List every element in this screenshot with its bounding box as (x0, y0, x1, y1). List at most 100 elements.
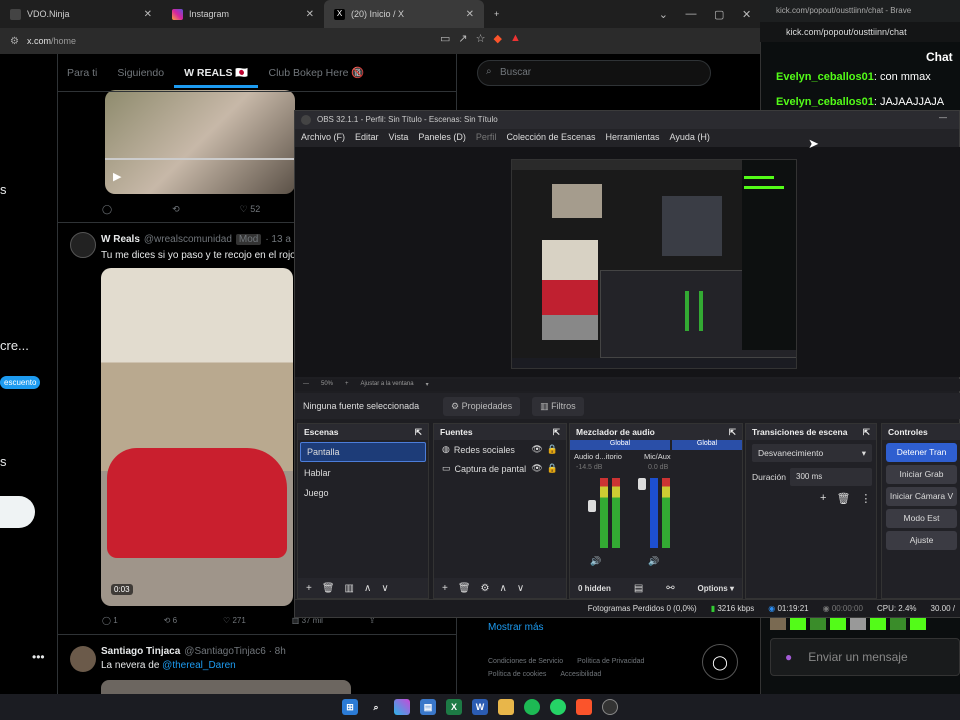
messages-icon[interactable]: ◯ (702, 644, 738, 680)
nav-fragment[interactable]: s (0, 454, 7, 469)
star-icon[interactable]: ☆ (476, 32, 486, 45)
options-button[interactable]: Options ▾ (698, 584, 734, 593)
volume-slider[interactable] (638, 478, 646, 490)
copilot-icon[interactable] (394, 699, 410, 715)
transition-select[interactable]: Desvanecimiento ▾ (752, 444, 872, 462)
address-bar[interactable]: ⚙ x.com/home (0, 28, 760, 54)
reply-icon[interactable]: ◯ (102, 204, 112, 215)
post-button[interactable] (0, 496, 35, 528)
screen-icon[interactable]: ▭ (440, 32, 450, 45)
close-icon[interactable]: ✕ (742, 8, 751, 21)
menu-editar[interactable]: Editar (355, 132, 379, 144)
excel-icon[interactable]: X (446, 699, 462, 715)
word-icon[interactable]: W (472, 699, 488, 715)
menu-paneles[interactable]: Paneles (D) (418, 132, 466, 144)
footer-link[interactable]: Política de cookies (488, 671, 546, 678)
trash-icon[interactable]: 🗑 (322, 583, 335, 594)
add-icon[interactable]: + (306, 583, 312, 594)
lock-icon[interactable]: 🔒 (547, 444, 558, 455)
menu-vista[interactable]: Vista (389, 132, 409, 144)
chat-username[interactable]: Evelyn_ceballos01 (776, 96, 874, 108)
down-icon[interactable]: ∨ (517, 583, 524, 594)
menu-archivo[interactable]: Archivo (F) (301, 132, 345, 144)
obs-preview[interactable] (295, 147, 960, 377)
down-icon[interactable]: ∨ (381, 583, 388, 594)
speaker-icon[interactable]: 🔊 (648, 556, 659, 567)
tweet-video[interactable]: 0:03 (101, 268, 293, 606)
like-icon[interactable]: ♡ 271 (223, 616, 246, 625)
whatsapp-icon[interactable] (550, 699, 566, 715)
microphone-icon[interactable]: ● (785, 650, 792, 664)
avatar[interactable] (70, 232, 96, 258)
play-icon[interactable]: ▶ (113, 170, 121, 183)
nav-fragment[interactable]: s (0, 182, 7, 197)
store-icon[interactable]: ▤ (420, 699, 436, 715)
close-icon[interactable]: ✕ (466, 9, 474, 20)
show-more-link[interactable]: Mostrar más (488, 622, 544, 633)
tweet-video[interactable]: ▶ (105, 90, 295, 194)
tweet-author[interactable]: W Reals (101, 234, 140, 245)
obs-icon[interactable] (602, 699, 618, 715)
menu-herramientas[interactable]: Herramientas (606, 132, 660, 144)
mixer-layout-icon[interactable]: ▤ (634, 583, 643, 594)
video-progress[interactable] (105, 158, 295, 160)
chat-username[interactable]: Evelyn_ceballos01 (776, 71, 874, 83)
nav-fragment[interactable]: cre... (0, 338, 29, 353)
settings-button[interactable]: Ajuste (886, 531, 957, 550)
add-icon[interactable]: + (442, 583, 448, 594)
kick-url[interactable]: kick.com/popout/ousttiinn/chat (760, 22, 960, 42)
fit-window-button[interactable]: Ajustar a la ventana (361, 381, 414, 389)
scene-item[interactable]: Pantalla (300, 442, 426, 462)
menu-ayuda[interactable]: Ayuda (H) (670, 132, 710, 144)
like-icon[interactable]: ♡ 52 (240, 204, 261, 215)
scene-item[interactable]: Hablar (298, 464, 428, 484)
brave-shield-icon[interactable]: ◆ (494, 32, 502, 45)
trash-icon[interactable]: 🗑 (836, 492, 850, 505)
filters-button[interactable]: ▥ Filtros (532, 396, 584, 416)
source-item[interactable]: ▭ Captura de pantal 👁 🔒 (434, 459, 566, 478)
gear-icon[interactable]: ⚙ (481, 583, 490, 594)
link-icon[interactable]: ⚯ (666, 583, 674, 594)
reply-icon[interactable]: ◯ 1 (102, 616, 118, 625)
share-icon[interactable]: ↗ (458, 32, 467, 45)
tweet-time[interactable]: · 13 a (265, 234, 291, 245)
avatar[interactable] (70, 646, 96, 672)
tab-x-home[interactable]: X (20) Inicio / X ✕ (324, 0, 484, 28)
brave-rewards-icon[interactable]: ▲ (510, 32, 521, 45)
tab-siguiendo[interactable]: Siguiendo (107, 67, 174, 79)
tab-vdo-ninja[interactable]: VDO.Ninja ✕ (0, 0, 162, 28)
start-virtual-camera-button[interactable]: Iniciar Cámara V (886, 487, 957, 506)
footer-link[interactable]: Accesibilidad (560, 671, 601, 678)
tab-para-ti[interactable]: Para ti (57, 67, 107, 79)
chevron-down-icon[interactable]: ▾ (426, 381, 429, 389)
up-icon[interactable]: ∧ (500, 583, 507, 594)
chevron-down-icon[interactable]: ⌄ (659, 8, 668, 21)
dock-float-icon[interactable]: ⇱ (863, 427, 870, 437)
zoom-in-button[interactable]: + (345, 381, 349, 389)
tab-club[interactable]: Club Bokep Here 🔞 (258, 66, 374, 79)
filter-icon[interactable]: ▥ (345, 583, 354, 594)
scene-item[interactable]: Juego (298, 484, 428, 504)
footer-link[interactable]: Condiciones de Servicio (488, 658, 563, 665)
speaker-icon[interactable]: 🔊 (590, 556, 601, 567)
dock-float-icon[interactable]: ⇱ (553, 427, 560, 437)
brave-icon[interactable] (576, 699, 592, 715)
close-icon[interactable]: ✕ (144, 9, 152, 20)
spotify-icon[interactable] (524, 699, 540, 715)
minimize-icon[interactable]: — (686, 8, 697, 20)
up-icon[interactable]: ∧ (364, 583, 371, 594)
chat-input[interactable]: ● Enviar un mensaje (770, 638, 960, 676)
mention-link[interactable]: @thereal_Daren (162, 660, 236, 671)
eye-icon[interactable]: 👁 (531, 463, 542, 474)
duration-input[interactable]: 300 ms (790, 468, 872, 486)
folder-icon[interactable] (498, 699, 514, 715)
tweet-handle[interactable]: @wrealscomunidad (144, 234, 232, 245)
volume-slider[interactable] (588, 500, 596, 512)
tab-instagram[interactable]: Instagram ✕ (162, 0, 324, 28)
dock-float-icon[interactable]: ⇱ (729, 427, 736, 437)
more-icon[interactable]: ⋮ (860, 492, 871, 505)
stop-streaming-button[interactable]: Detener Tran (886, 443, 957, 462)
start-recording-button[interactable]: Iniciar Grab (886, 465, 957, 484)
more-icon[interactable]: ••• (32, 650, 45, 664)
tweet-handle[interactable]: @SantiagoTinjac6 · 8h (184, 646, 286, 657)
